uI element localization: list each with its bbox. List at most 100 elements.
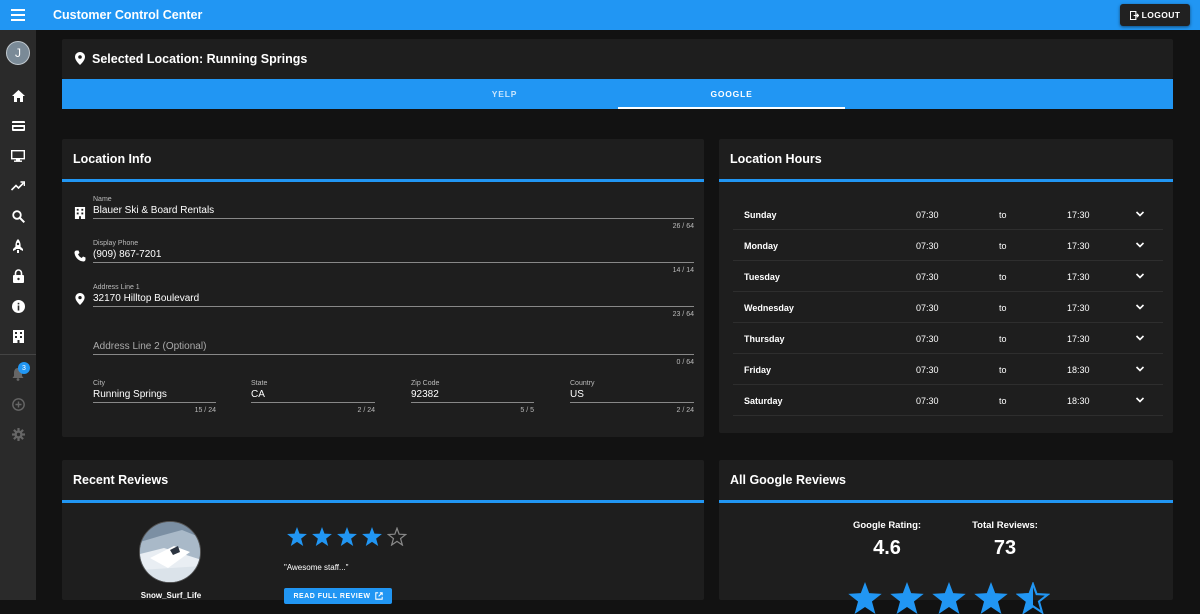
tab-yelp[interactable]: YELP	[391, 79, 618, 109]
city-count: 15 / 24	[194, 407, 216, 414]
star-filled-icon	[932, 582, 966, 614]
zip-code-field[interactable]: Zip Code 92382 5 / 5	[411, 380, 534, 420]
close-time[interactable]: 17:30	[1067, 334, 1090, 344]
chevron-down-icon[interactable]	[1135, 302, 1145, 312]
open-time[interactable]: 07:30	[916, 303, 939, 313]
chevron-down-icon[interactable]	[1135, 240, 1145, 250]
chevron-down-icon[interactable]	[1135, 271, 1145, 281]
country-count: 2 / 24	[676, 407, 694, 414]
zip-code-count: 5 / 5	[520, 407, 534, 414]
hours-row-tuesday[interactable]: Tuesday 07:30 to 17:30	[733, 261, 1163, 292]
external-link-icon	[374, 592, 383, 600]
phone-underline	[93, 262, 694, 263]
monitor-icon[interactable]	[10, 148, 26, 164]
avatar-initial: J	[15, 46, 21, 60]
address-line-1-value[interactable]: 32170 Hilltop Boulevard	[93, 293, 199, 304]
country-field[interactable]: Country US 2 / 24	[570, 380, 694, 420]
close-time[interactable]: 17:30	[1067, 303, 1090, 313]
card-icon[interactable]	[10, 118, 26, 134]
phone-label: Display Phone	[93, 240, 139, 247]
chevron-down-icon[interactable]	[1135, 209, 1145, 219]
location-hours-title: Location Hours	[730, 152, 822, 166]
close-time[interactable]: 18:30	[1067, 396, 1090, 406]
chevron-down-icon[interactable]	[1135, 395, 1145, 405]
reviewer-avatar	[139, 521, 201, 583]
building-icon[interactable]	[10, 328, 26, 344]
hours-row-sunday[interactable]: Sunday 07:30 to 17:30	[733, 199, 1163, 230]
open-time[interactable]: 07:30	[916, 396, 939, 406]
close-time[interactable]: 17:30	[1067, 241, 1090, 251]
tab-google[interactable]: GOOGLE	[618, 79, 845, 109]
search-icon[interactable]	[10, 208, 26, 224]
city-field[interactable]: City Running Springs 15 / 24	[93, 380, 216, 420]
all-google-reviews-card: All Google Reviews Google Rating: 4.6 To…	[719, 460, 1173, 614]
gear-icon[interactable]	[10, 426, 26, 442]
star-filled-icon	[974, 582, 1008, 614]
logout-icon	[1129, 10, 1139, 20]
open-time[interactable]: 07:30	[916, 365, 939, 375]
trending-up-icon[interactable]	[10, 178, 26, 194]
home-icon[interactable]	[10, 88, 26, 104]
phone-value[interactable]: (909) 867-7201	[93, 249, 161, 260]
open-time[interactable]: 07:30	[916, 334, 939, 344]
open-time[interactable]: 07:30	[916, 272, 939, 282]
state-value[interactable]: CA	[251, 389, 265, 400]
location-hours-card: Location Hours Sunday 07:30 to 17:30 Mon…	[719, 139, 1173, 433]
state-underline	[251, 402, 375, 403]
zip-code-value[interactable]: 92382	[411, 389, 439, 400]
all-google-reviews-title: All Google Reviews	[730, 473, 847, 487]
phone-count: 14 / 14	[672, 267, 694, 274]
city-value[interactable]: Running Springs	[93, 389, 167, 400]
avatar[interactable]: J	[6, 41, 30, 65]
to-label: to	[999, 365, 1007, 375]
card-divider	[62, 500, 704, 503]
review-source-tabs: YELP GOOGLE	[62, 79, 1173, 109]
day-label: Tuesday	[744, 272, 780, 282]
hamburger-menu-icon	[11, 9, 25, 21]
star-outline-icon	[387, 527, 407, 546]
day-label: Thursday	[744, 334, 785, 344]
country-value[interactable]: US	[570, 389, 584, 400]
hours-row-monday[interactable]: Monday 07:30 to 17:30	[733, 230, 1163, 261]
plus-circle-icon[interactable]	[10, 396, 26, 412]
address-line-2-underline	[93, 354, 694, 355]
zip-code-underline	[411, 402, 534, 403]
hours-row-friday[interactable]: Friday 07:30 to 18:30	[733, 354, 1163, 385]
hours-row-wednesday[interactable]: Wednesday 07:30 to 17:30	[733, 292, 1163, 323]
google-rating-label: Google Rating:	[852, 520, 922, 531]
read-full-review-label: READ FULL REVIEW	[293, 592, 371, 600]
info-icon[interactable]	[10, 298, 26, 314]
state-label: State	[251, 380, 268, 387]
hours-row-thursday[interactable]: Thursday 07:30 to 17:30	[733, 323, 1163, 354]
top-app-bar: Customer Control Center LOGOUT	[0, 0, 1200, 30]
close-time[interactable]: 17:30	[1067, 210, 1090, 220]
close-time[interactable]: 17:30	[1067, 272, 1090, 282]
menu-button[interactable]	[0, 0, 36, 30]
chevron-down-icon[interactable]	[1135, 333, 1145, 343]
building-icon	[74, 207, 86, 219]
hours-row-saturday[interactable]: Saturday 07:30 to 18:30	[733, 385, 1163, 416]
open-time[interactable]: 07:30	[916, 241, 939, 251]
phone-field[interactable]: Display Phone (909) 867-7201 14 / 14	[93, 240, 694, 280]
name-value[interactable]: Blauer Ski & Board Rentals	[93, 205, 214, 216]
day-label: Sunday	[744, 210, 777, 220]
star-filled-icon	[312, 527, 332, 546]
address-line-1-field[interactable]: Address Line 1 32170 Hilltop Boulevard 2…	[93, 284, 694, 324]
to-label: to	[999, 241, 1007, 251]
read-full-review-button[interactable]: READ FULL REVIEW	[284, 588, 392, 604]
star-filled-icon	[337, 527, 357, 546]
state-field[interactable]: State CA 2 / 24	[251, 380, 375, 420]
name-field[interactable]: Name Blauer Ski & Board Rentals 26 / 64	[93, 196, 694, 236]
selected-location-card: Selected Location: Running Springs	[62, 39, 1173, 79]
day-label: Wednesday	[744, 303, 794, 313]
address-line-2-count: 0 / 64	[676, 359, 694, 366]
address-line-2-field[interactable]: Address Line 2 (Optional) 0 / 64	[93, 332, 694, 372]
review-star-rating	[287, 527, 407, 546]
logout-button[interactable]: LOGOUT	[1120, 4, 1190, 26]
address-line-2-placeholder[interactable]: Address Line 2 (Optional)	[93, 341, 206, 352]
open-time[interactable]: 07:30	[916, 210, 939, 220]
chevron-down-icon[interactable]	[1135, 364, 1145, 374]
close-time[interactable]: 18:30	[1067, 365, 1090, 375]
rocket-icon[interactable]	[10, 238, 26, 254]
lock-icon[interactable]	[10, 268, 26, 284]
